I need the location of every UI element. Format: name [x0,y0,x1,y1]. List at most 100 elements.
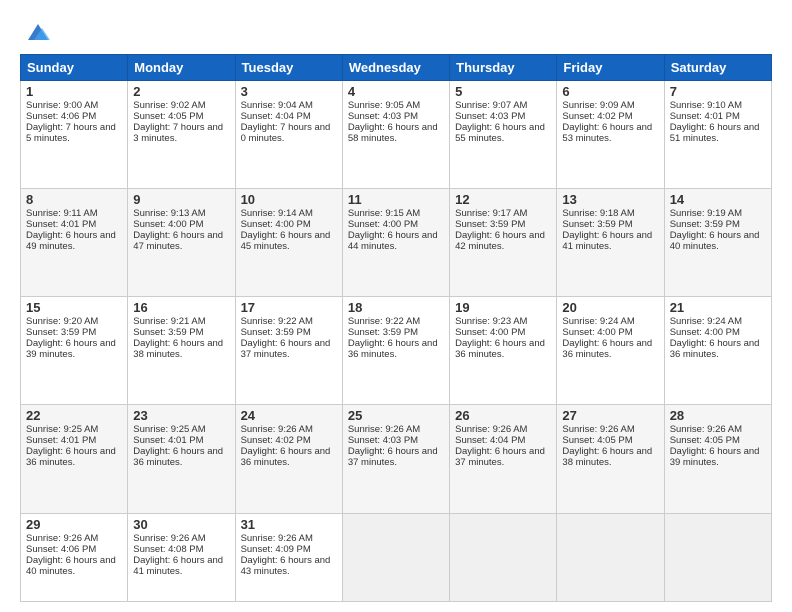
day-number: 25 [348,408,444,423]
daylight-text: Daylight: 6 hours and 39 minutes. [670,446,766,468]
sunset-text: Sunset: 4:09 PM [241,544,337,555]
sunrise-text: Sunrise: 9:07 AM [455,100,551,111]
daylight-text: Daylight: 6 hours and 40 minutes. [670,230,766,252]
daylight-text: Daylight: 6 hours and 36 minutes. [348,338,444,360]
sunrise-text: Sunrise: 9:26 AM [241,424,337,435]
sunset-text: Sunset: 4:01 PM [670,111,766,122]
calendar-cell: 22Sunrise: 9:25 AMSunset: 4:01 PMDayligh… [21,405,128,513]
sunrise-text: Sunrise: 9:23 AM [455,316,551,327]
sunrise-text: Sunrise: 9:04 AM [241,100,337,111]
sunset-text: Sunset: 4:00 PM [133,219,229,230]
sunset-text: Sunset: 3:59 PM [455,219,551,230]
sunrise-text: Sunrise: 9:11 AM [26,208,122,219]
sunset-text: Sunset: 3:59 PM [670,219,766,230]
header [20,18,772,46]
daylight-text: Daylight: 6 hours and 51 minutes. [670,122,766,144]
calendar-header-row: SundayMondayTuesdayWednesdayThursdayFrid… [21,55,772,81]
sunrise-text: Sunrise: 9:10 AM [670,100,766,111]
daylight-text: Daylight: 6 hours and 39 minutes. [26,338,122,360]
calendar-cell: 2Sunrise: 9:02 AMSunset: 4:05 PMDaylight… [128,81,235,189]
day-number: 19 [455,300,551,315]
daylight-text: Daylight: 6 hours and 55 minutes. [455,122,551,144]
day-number: 28 [670,408,766,423]
daylight-text: Daylight: 6 hours and 37 minutes. [455,446,551,468]
sunset-text: Sunset: 3:59 PM [133,327,229,338]
day-number: 10 [241,192,337,207]
sunrise-text: Sunrise: 9:15 AM [348,208,444,219]
sunset-text: Sunset: 4:05 PM [562,435,658,446]
day-number: 20 [562,300,658,315]
sunset-text: Sunset: 4:00 PM [455,327,551,338]
sunset-text: Sunset: 3:59 PM [26,327,122,338]
sunset-text: Sunset: 4:00 PM [241,219,337,230]
day-number: 9 [133,192,229,207]
calendar-cell [342,513,449,602]
sunset-text: Sunset: 4:00 PM [670,327,766,338]
calendar-cell: 31Sunrise: 9:26 AMSunset: 4:09 PMDayligh… [235,513,342,602]
calendar-cell: 17Sunrise: 9:22 AMSunset: 3:59 PMDayligh… [235,297,342,405]
day-number: 15 [26,300,122,315]
day-number: 5 [455,84,551,99]
daylight-text: Daylight: 6 hours and 58 minutes. [348,122,444,144]
sunset-text: Sunset: 4:06 PM [26,544,122,555]
calendar-cell: 27Sunrise: 9:26 AMSunset: 4:05 PMDayligh… [557,405,664,513]
sunset-text: Sunset: 4:02 PM [562,111,658,122]
daylight-text: Daylight: 6 hours and 40 minutes. [26,555,122,577]
calendar-cell: 28Sunrise: 9:26 AMSunset: 4:05 PMDayligh… [664,405,771,513]
day-number: 26 [455,408,551,423]
calendar-cell: 18Sunrise: 9:22 AMSunset: 3:59 PMDayligh… [342,297,449,405]
calendar-week-4: 22Sunrise: 9:25 AMSunset: 4:01 PMDayligh… [21,405,772,513]
calendar-cell: 11Sunrise: 9:15 AMSunset: 4:00 PMDayligh… [342,189,449,297]
day-number: 23 [133,408,229,423]
calendar-week-2: 8Sunrise: 9:11 AMSunset: 4:01 PMDaylight… [21,189,772,297]
calendar-cell: 13Sunrise: 9:18 AMSunset: 3:59 PMDayligh… [557,189,664,297]
calendar-cell: 8Sunrise: 9:11 AMSunset: 4:01 PMDaylight… [21,189,128,297]
sunrise-text: Sunrise: 9:25 AM [133,424,229,435]
sunset-text: Sunset: 4:04 PM [455,435,551,446]
calendar-cell: 19Sunrise: 9:23 AMSunset: 4:00 PMDayligh… [450,297,557,405]
sunrise-text: Sunrise: 9:05 AM [348,100,444,111]
day-number: 12 [455,192,551,207]
calendar-week-3: 15Sunrise: 9:20 AMSunset: 3:59 PMDayligh… [21,297,772,405]
day-header-tuesday: Tuesday [235,55,342,81]
calendar-cell: 26Sunrise: 9:26 AMSunset: 4:04 PMDayligh… [450,405,557,513]
daylight-text: Daylight: 6 hours and 36 minutes. [133,446,229,468]
sunrise-text: Sunrise: 9:17 AM [455,208,551,219]
sunset-text: Sunset: 4:05 PM [133,111,229,122]
day-number: 29 [26,517,122,532]
day-header-wednesday: Wednesday [342,55,449,81]
sunrise-text: Sunrise: 9:26 AM [562,424,658,435]
calendar-cell: 20Sunrise: 9:24 AMSunset: 4:00 PMDayligh… [557,297,664,405]
daylight-text: Daylight: 6 hours and 44 minutes. [348,230,444,252]
daylight-text: Daylight: 6 hours and 45 minutes. [241,230,337,252]
daylight-text: Daylight: 6 hours and 38 minutes. [133,338,229,360]
sunrise-text: Sunrise: 9:25 AM [26,424,122,435]
day-number: 31 [241,517,337,532]
logo [20,18,52,46]
day-number: 24 [241,408,337,423]
sunrise-text: Sunrise: 9:19 AM [670,208,766,219]
calendar-cell: 21Sunrise: 9:24 AMSunset: 4:00 PMDayligh… [664,297,771,405]
day-number: 13 [562,192,658,207]
day-number: 7 [670,84,766,99]
daylight-text: Daylight: 6 hours and 53 minutes. [562,122,658,144]
daylight-text: Daylight: 7 hours and 0 minutes. [241,122,337,144]
calendar-cell: 1Sunrise: 9:00 AMSunset: 4:06 PMDaylight… [21,81,128,189]
sunrise-text: Sunrise: 9:09 AM [562,100,658,111]
sunset-text: Sunset: 4:02 PM [241,435,337,446]
daylight-text: Daylight: 6 hours and 36 minutes. [26,446,122,468]
sunset-text: Sunset: 4:04 PM [241,111,337,122]
daylight-text: Daylight: 6 hours and 37 minutes. [348,446,444,468]
sunrise-text: Sunrise: 9:02 AM [133,100,229,111]
day-number: 3 [241,84,337,99]
day-header-thursday: Thursday [450,55,557,81]
day-header-friday: Friday [557,55,664,81]
day-number: 14 [670,192,766,207]
logo-icon [24,18,52,46]
sunrise-text: Sunrise: 9:26 AM [241,533,337,544]
sunset-text: Sunset: 4:03 PM [348,435,444,446]
day-number: 4 [348,84,444,99]
calendar-cell [450,513,557,602]
calendar-cell: 3Sunrise: 9:04 AMSunset: 4:04 PMDaylight… [235,81,342,189]
day-number: 18 [348,300,444,315]
